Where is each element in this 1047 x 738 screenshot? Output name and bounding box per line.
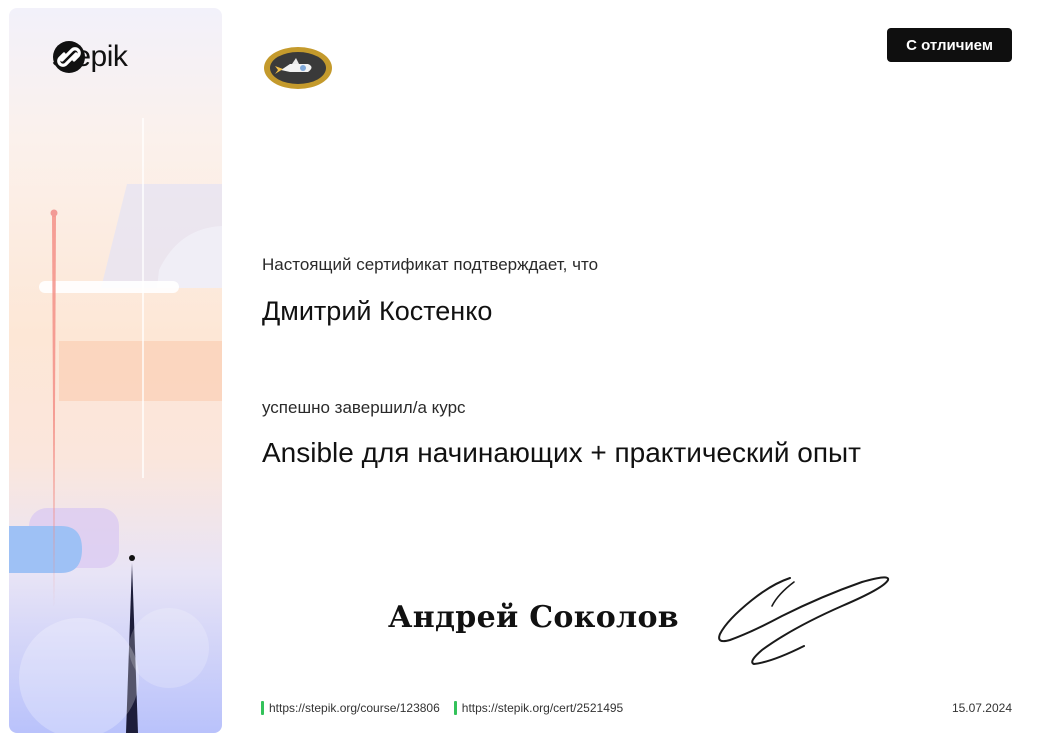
stepik-logo-icon (53, 41, 85, 73)
stepik-logo: stepik (52, 40, 128, 74)
issue-date: 15.07.2024 (951, 701, 1012, 715)
cert-url[interactable]: https://stepik.org/cert/2521495 (462, 701, 623, 715)
side-panel-artwork (9, 118, 222, 733)
completed-text: успешно завершил/а курс (262, 398, 466, 417)
signer-name: Андрей Соколов (388, 600, 679, 635)
course-title: Ansible для начинающих + практический оп… (262, 437, 861, 468)
confirm-text: Настоящий сертификат подтверждает, что (262, 255, 599, 274)
course-link[interactable]: https://stepik.org/course/123806 (261, 701, 440, 715)
rocket-badge-icon (264, 47, 332, 89)
distinction-badge: С отличием (887, 28, 1012, 62)
recipient-name: Дмитрий Костенко (262, 296, 493, 326)
link-marker (453, 701, 457, 715)
course-url[interactable]: https://stepik.org/course/123806 (269, 701, 440, 715)
signature-icon (718, 576, 890, 666)
decorative-side-panel: stepik (9, 8, 222, 733)
certificate-links: https://stepik.org/course/123806 https:/… (261, 701, 637, 715)
cert-link[interactable]: https://stepik.org/cert/2521495 (453, 701, 623, 715)
link-marker (261, 701, 264, 715)
